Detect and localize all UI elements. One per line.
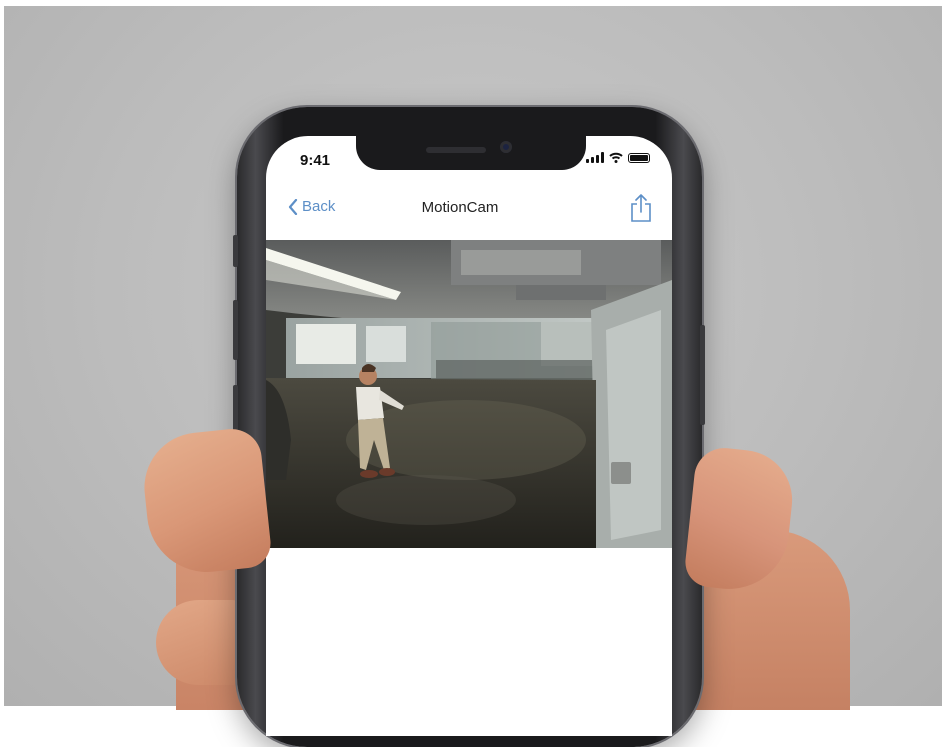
notch [356,136,586,170]
volume-up-button [233,235,238,267]
cellular-signal-icon [586,152,604,163]
status-time: 9:41 [300,152,331,169]
front-camera [500,141,512,153]
volume-down-button [233,300,238,360]
battery-icon [628,152,650,163]
earpiece-speaker [426,147,486,153]
back-button[interactable]: Back [288,198,335,215]
camera-feed[interactable] [266,240,672,548]
power-button [700,325,705,425]
back-label: Back [302,198,336,215]
share-icon[interactable] [628,193,654,223]
video-feed [266,240,672,548]
chevron-left-icon [288,198,298,215]
wifi-icon [609,152,623,163]
status-icons [586,152,650,163]
page-title: MotionCam [421,199,499,216]
